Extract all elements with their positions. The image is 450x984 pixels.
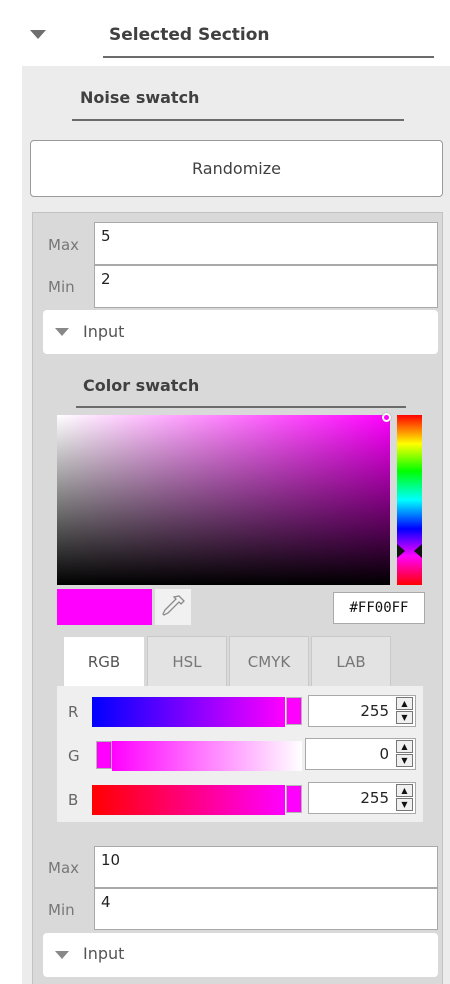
section-title: Selected Section [109, 25, 270, 45]
randomize-button[interactable]: Randomize [30, 140, 443, 197]
hex-input[interactable]: #FF00FF [333, 592, 425, 624]
hue-slider[interactable] [397, 415, 422, 585]
b-slider-track[interactable] [92, 785, 285, 815]
b-slider-thumb[interactable] [286, 785, 302, 813]
saturation-value-handle[interactable] [382, 413, 391, 422]
spin-up-icon[interactable]: ▲ [396, 697, 413, 710]
r-slider-track[interactable] [92, 697, 285, 727]
spin-up-icon[interactable]: ▲ [396, 740, 413, 753]
tab-rgb[interactable]: RGB [63, 636, 145, 686]
tab-hsl[interactable]: HSL [147, 636, 227, 686]
input-label: Input [83, 322, 125, 341]
triangle-down-icon[interactable] [55, 328, 69, 336]
input-label: Input [83, 944, 125, 963]
current-color-swatch [57, 589, 152, 625]
color-divider [76, 406, 406, 408]
spin-down-icon[interactable]: ▼ [396, 754, 413, 767]
saturation-value-picker[interactable] [57, 415, 390, 585]
min-label: Min [48, 278, 75, 296]
min-field[interactable]: 2 [94, 265, 438, 308]
color-swatch-title: Color swatch [83, 376, 200, 395]
min-field[interactable]: 4 [94, 888, 438, 930]
max-label: Max [48, 236, 80, 254]
hue-marker-left[interactable] [397, 544, 405, 558]
triangle-down-icon[interactable] [55, 951, 69, 959]
channel-label-b: B [68, 791, 79, 809]
noise-divider [72, 119, 404, 121]
g-slider-thumb[interactable] [96, 741, 112, 769]
tab-cmyk[interactable]: CMYK [229, 636, 309, 686]
min-label: Min [48, 901, 75, 919]
channel-label-r: R [68, 703, 79, 721]
triangle-down-icon[interactable] [30, 30, 46, 39]
tab-lab[interactable]: LAB [311, 636, 391, 686]
spin-down-icon[interactable]: ▼ [396, 711, 413, 724]
max-field[interactable]: 10 [94, 846, 438, 888]
r-slider-thumb[interactable] [286, 697, 302, 725]
eyedropper-icon [162, 595, 185, 616]
hue-marker-right[interactable] [414, 544, 422, 558]
g-slider-track[interactable] [112, 741, 302, 771]
noise-swatch-title: Noise swatch [80, 88, 200, 107]
max-field[interactable]: 5 [94, 222, 438, 265]
spin-down-icon[interactable]: ▼ [396, 798, 413, 811]
header-divider [103, 56, 434, 58]
max-label: Max [48, 859, 80, 877]
eyedropper-button[interactable] [155, 589, 191, 625]
spin-up-icon[interactable]: ▲ [396, 784, 413, 797]
channel-label-g: G [68, 747, 80, 765]
